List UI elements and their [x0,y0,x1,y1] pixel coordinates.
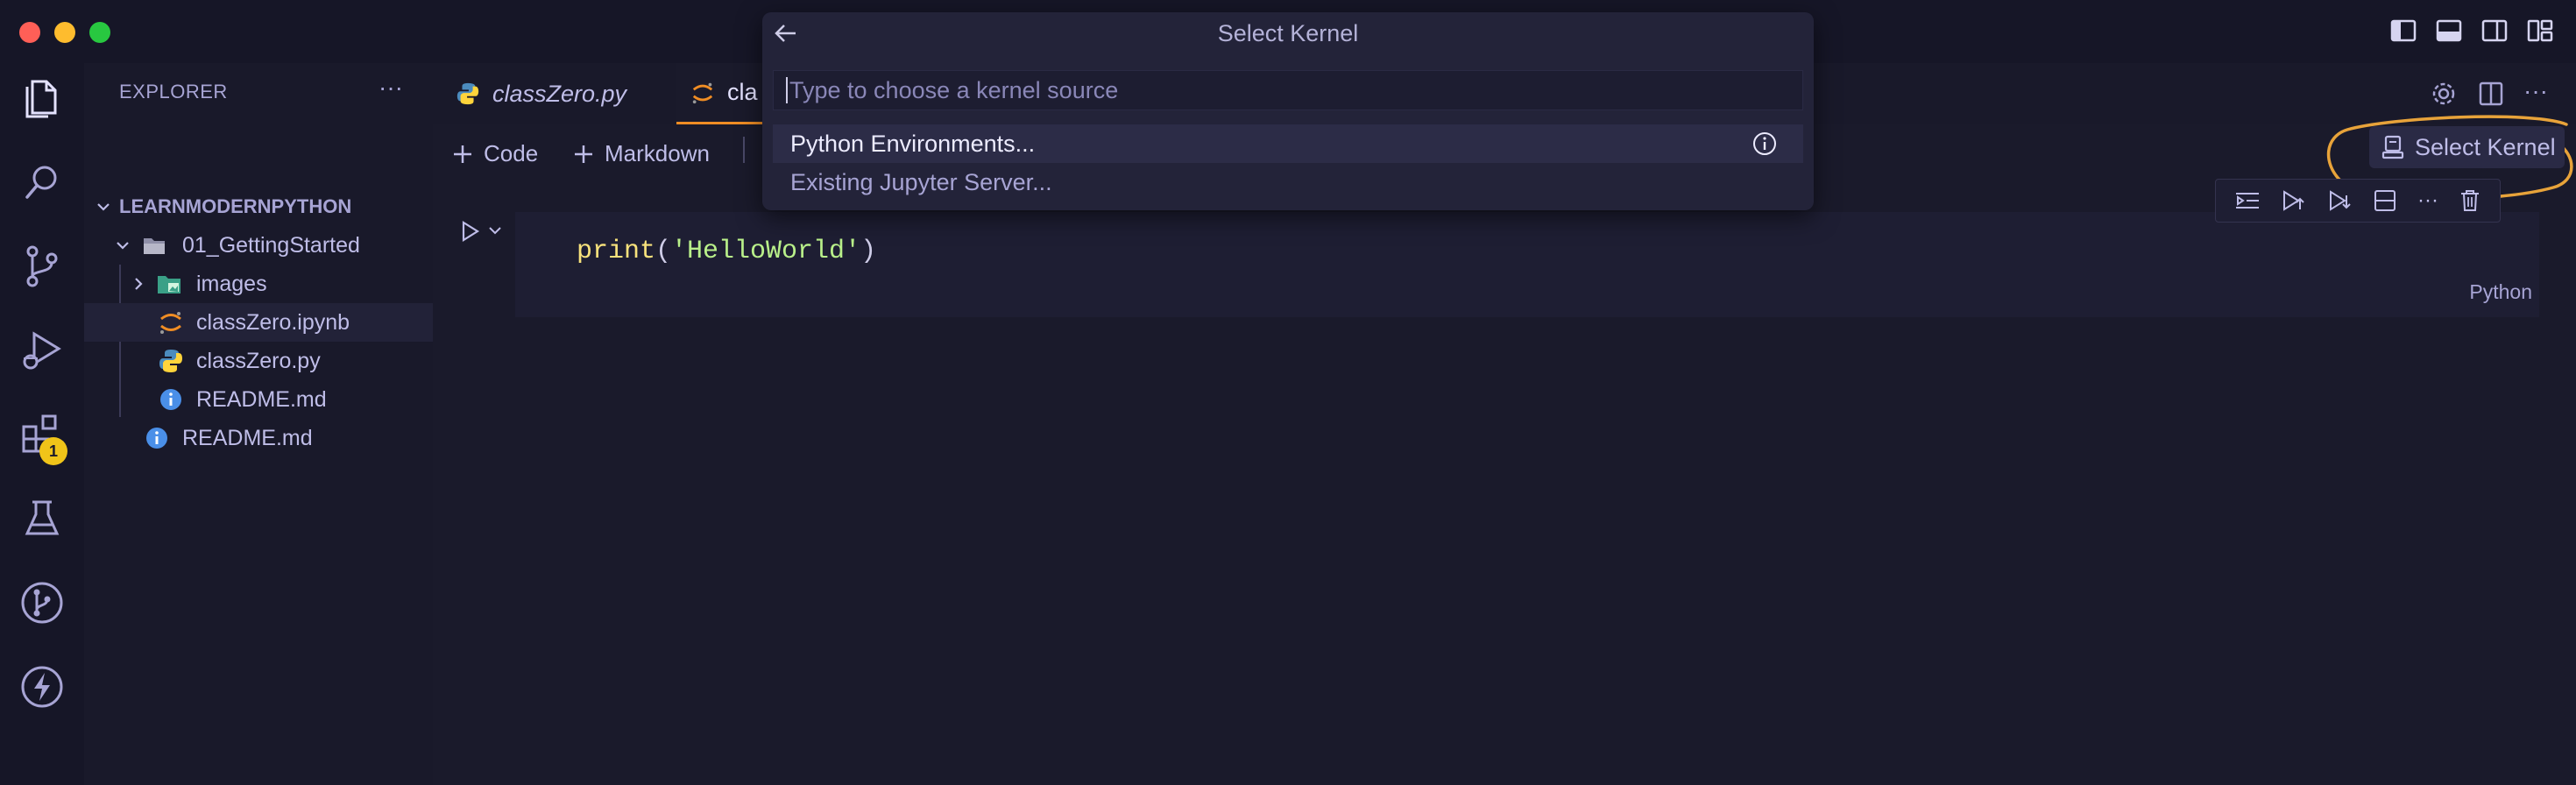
chevron-down-icon[interactable] [487,224,503,238]
execute-above-icon[interactable] [2234,189,2261,212]
toggle-secondary-sidebar-icon[interactable] [2481,18,2508,44]
plus-icon [452,144,473,165]
cell-code[interactable]: print('HelloWorld') [577,237,876,266]
kernel-server-icon [2381,135,2404,159]
explorer-icon [22,76,62,120]
tree-label: README.md [182,425,313,450]
tab-label: classZero.py [492,80,627,107]
run-above-icon[interactable] [2281,188,2307,213]
tab-classzero-py[interactable]: classZero.py [456,63,626,124]
tab-label: cla [727,79,758,105]
python-file-icon [158,348,184,374]
add-code-label: Code [484,140,539,166]
select-kernel-label: Select Kernel [2415,133,2556,160]
layout-controls [2390,18,2553,44]
code-cell[interactable]: print('HelloWorld') Python [515,212,2539,317]
tree-label: 01_GettingStarted [182,232,360,258]
testing-icon [22,497,62,541]
run-debug-activity[interactable] [0,315,84,385]
tree-item-readme-inner[interactable]: README.md [84,380,433,419]
info-icon [145,427,168,449]
maximize-window-button[interactable] [89,22,110,43]
back-arrow-icon[interactable] [773,21,799,46]
select-kernel-button[interactable]: Select Kernel [2369,126,2565,168]
add-markdown-label: Markdown [605,140,710,166]
extensions-badge: 1 [39,437,67,465]
tree-item-notebook[interactable]: classZero.ipynb [84,303,433,342]
jupyter-icon [690,81,715,105]
lightning-activity[interactable] [0,652,84,722]
tree-label: images [196,271,267,296]
chevron-right-icon [130,275,147,293]
plus-icon [573,144,594,165]
quick-pick-item-existing-jupyter-server[interactable]: Existing Jupyter Server... [773,163,1803,202]
tree-item-readme-root[interactable]: README.md [84,419,433,457]
explorer-sidebar: EXPLORER ··· LEARNMODERNPYTHON 01_Gettin… [84,63,433,785]
cell-more-button[interactable]: ··· [2417,188,2438,213]
project-name: LEARNMODERNPYTHON [119,195,352,217]
info-icon[interactable] [1752,131,1777,156]
tree-item-pyfile[interactable]: classZero.py [84,342,433,380]
text-cursor [786,77,788,103]
quick-pick-item-label: Existing Jupyter Server... [790,168,1052,195]
quick-pick-item-label: Python Environments... [790,130,1036,157]
editor-more-button[interactable]: ··· [2523,77,2548,105]
lightning-icon [19,664,65,710]
close-window-button[interactable] [19,22,40,43]
tree-label: classZero.py [196,348,321,373]
explorer-more-button[interactable]: ··· [379,74,403,102]
kernel-quick-pick: Select Kernel Type to choose a kernel so… [762,12,1814,210]
run-cell-icon[interactable] [459,219,482,244]
add-code-cell-button[interactable]: Code [452,140,538,167]
kernel-search-input[interactable]: Type to choose a kernel source [773,70,1803,110]
quick-pick-title: Select Kernel [1217,19,1359,46]
run-debug-icon [20,329,64,372]
delete-cell-icon[interactable] [2459,188,2481,213]
quick-pick-item-python-environments[interactable]: Python Environments... [773,124,1803,163]
add-markdown-cell-button[interactable]: Markdown [573,140,710,167]
customize-layout-icon[interactable] [2527,18,2553,44]
toggle-panel-icon[interactable] [2436,18,2462,44]
folder-open-icon [142,235,166,256]
cell-language-label[interactable]: Python [2469,280,2532,304]
tree-label: README.md [196,386,327,412]
split-editor-icon[interactable] [2478,81,2504,107]
minimize-window-button[interactable] [54,22,75,43]
source-control-icon [22,244,62,288]
run-below-icon[interactable] [2327,188,2353,213]
chevron-down-icon [95,198,112,216]
cell-toolbar: ··· [2215,179,2501,223]
kernel-search-placeholder: Type to choose a kernel source [789,76,1119,103]
jupyter-icon [158,309,184,336]
info-icon [159,388,182,411]
git-graph-icon [19,580,65,626]
split-cell-icon[interactable] [2373,188,2397,213]
python-file-icon [456,81,480,106]
tree-label: classZero.ipynb [196,309,350,335]
git-graph-activity[interactable] [0,568,84,638]
toolbar-divider [743,137,745,163]
explorer-title: EXPLORER [119,81,228,103]
settings-gear-icon[interactable] [2431,81,2457,107]
toggle-primary-sidebar-icon[interactable] [2390,18,2417,44]
chevron-down-icon [114,237,131,254]
extensions-activity[interactable]: 1 [0,400,84,470]
tree-item-images[interactable]: images [84,265,433,303]
source-control-activity[interactable] [0,231,84,301]
explorer-activity[interactable] [0,63,84,133]
project-root[interactable]: LEARNMODERNPYTHON [84,187,433,226]
search-activity[interactable] [0,147,84,217]
image-folder-icon [156,272,182,295]
tree-item-folder[interactable]: 01_GettingStarted [84,226,433,265]
testing-activity[interactable] [0,484,84,554]
search-icon [22,162,62,202]
activity-bar: 1 [0,63,84,785]
